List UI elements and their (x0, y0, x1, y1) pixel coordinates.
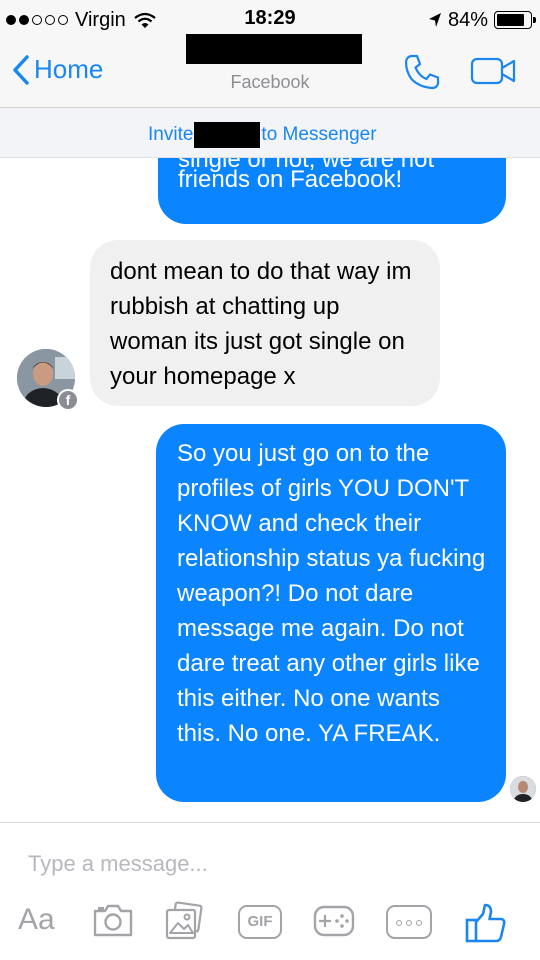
games-button[interactable] (312, 901, 356, 944)
message-text-cut: single or not, we are not (178, 158, 435, 173)
invite-suffix: to Messenger (261, 124, 377, 145)
invite-text: Invite to Messenger (148, 122, 377, 148)
photo-button[interactable] (164, 901, 204, 946)
invite-banner[interactable]: Invite to Messenger (0, 108, 540, 158)
phone-icon (404, 54, 440, 90)
like-button[interactable] (464, 901, 508, 950)
message-list[interactable]: friends on Facebook! single or not, we a… (0, 158, 540, 822)
message-bubble-sent: So you just go on to the profiles of gir… (156, 424, 506, 802)
photo-gallery-icon (165, 901, 203, 940)
video-call-button[interactable] (470, 56, 518, 91)
video-camera-icon (470, 57, 516, 85)
more-dots-icon (416, 920, 422, 926)
status-right: 84% (428, 8, 536, 32)
battery-percentage: 84% (447, 8, 488, 31)
thumbs-up-icon (465, 903, 506, 943)
location-arrow-icon (428, 13, 441, 27)
contact-name-redacted (186, 34, 362, 64)
composer-toolbar: Aa GIF (0, 901, 540, 951)
text-format-button[interactable]: Aa (18, 903, 55, 937)
read-receipt-avatar (510, 776, 536, 802)
conversation-header: Home Facebook (0, 34, 540, 108)
invite-prefix: Invite (148, 124, 194, 145)
message-text: So you just go on to the profiles of gir… (177, 440, 486, 747)
game-controller-icon (313, 905, 355, 937)
more-options-button[interactable] (386, 905, 432, 939)
read-receipt-photo (510, 776, 536, 802)
battery-icon (494, 11, 536, 29)
message-composer: Aa GIF (0, 822, 540, 960)
message-input[interactable] (28, 849, 518, 879)
invite-name-redacted (194, 122, 261, 148)
gif-button[interactable]: GIF (238, 905, 282, 939)
message-bubble-received: dont mean to do that way im rubbish at c… (90, 240, 440, 406)
camera-icon (93, 904, 133, 937)
more-dots-icon (406, 920, 412, 926)
call-button[interactable] (402, 52, 442, 97)
facebook-badge-icon: f (57, 389, 79, 411)
contact-subtitle: Facebook (230, 72, 310, 92)
camera-button[interactable] (92, 901, 134, 944)
more-dots-icon (396, 920, 402, 926)
message-text: dont mean to do that way im rubbish at c… (110, 258, 412, 390)
